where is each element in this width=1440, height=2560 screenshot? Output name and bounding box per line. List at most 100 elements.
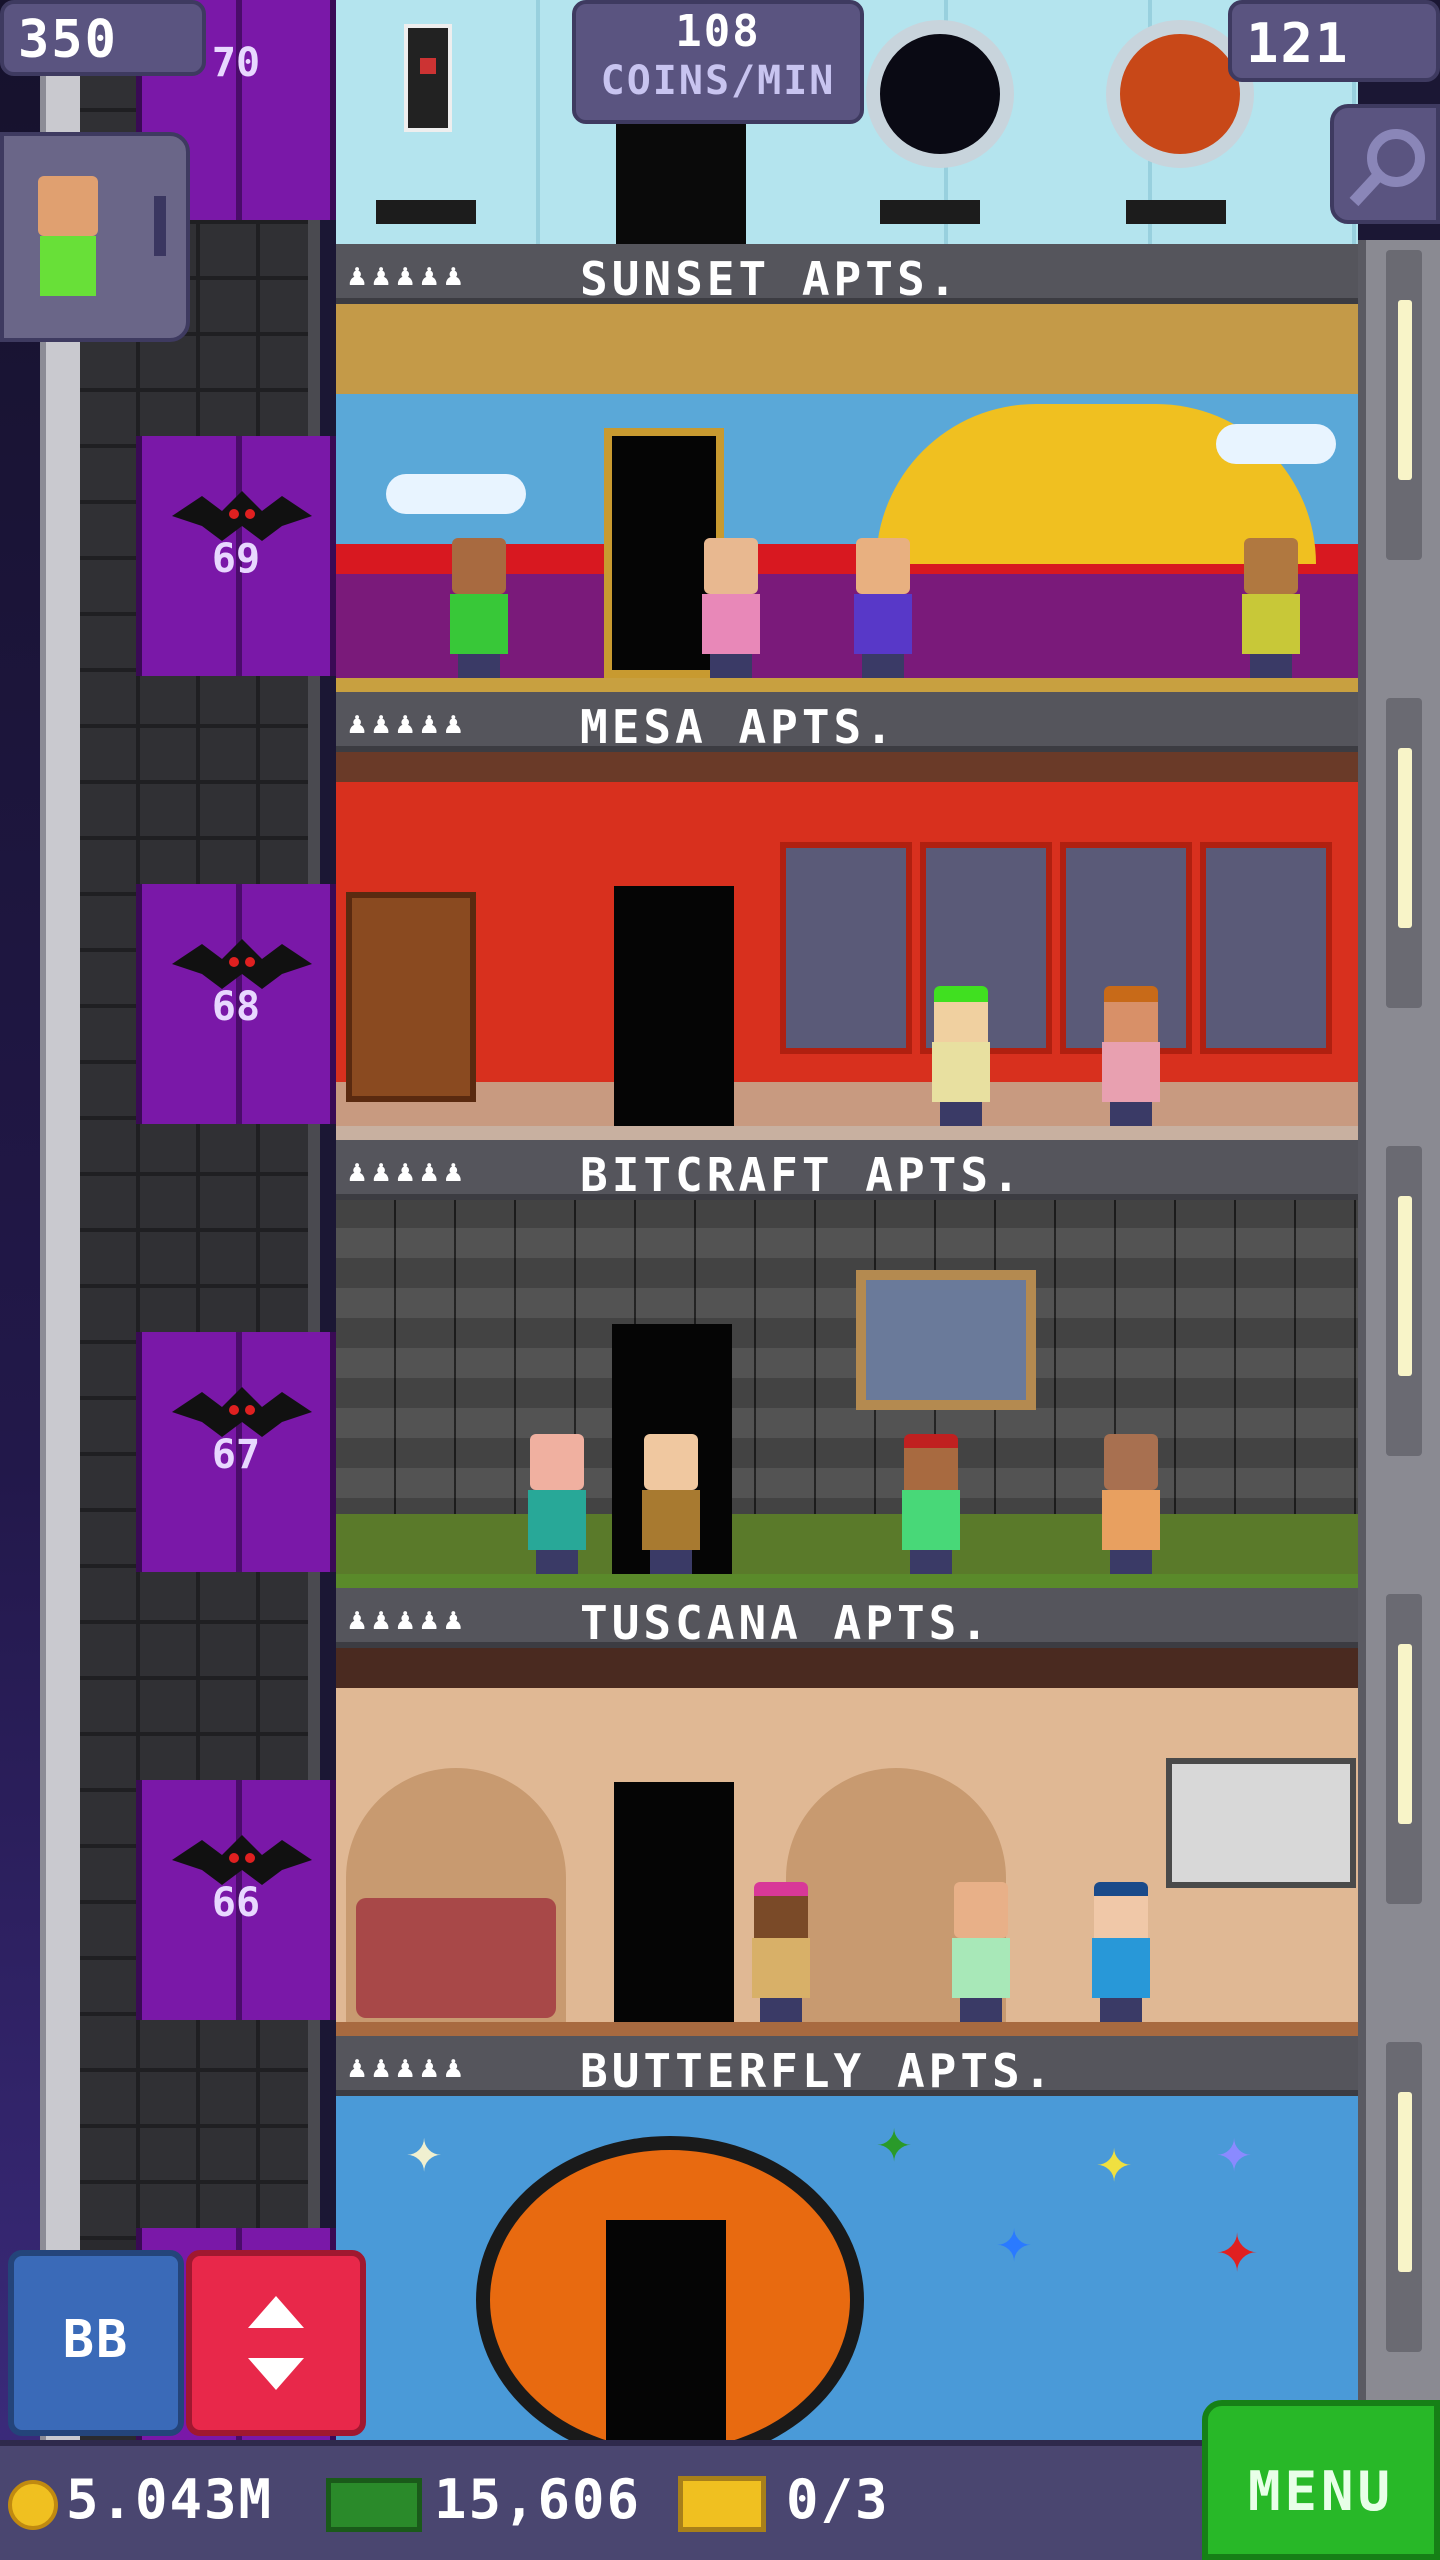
avatar-body	[40, 236, 96, 296]
elevator-rail	[40, 0, 80, 2440]
room-door	[606, 2220, 726, 2440]
butterfly-icon: ✦	[1216, 2206, 1259, 2288]
floor-base	[336, 1574, 1358, 1588]
bitizen-avatar-button[interactable]	[0, 132, 190, 342]
butterfly-icon: ✦	[876, 2106, 913, 2176]
resident-slots-icon: ♟♟♟♟♟	[348, 1154, 469, 1189]
floor-counter[interactable]: 121	[1228, 0, 1440, 82]
butterfly-icon: ✦	[1096, 2126, 1133, 2196]
apartment-room	[336, 1648, 1358, 2036]
apartment-room	[336, 1200, 1358, 1588]
floor-base	[336, 678, 1358, 692]
floor-count-value: 121	[1246, 12, 1350, 75]
floor-butterfly-apts[interactable]: ♟♟♟♟♟ BUTTERFLY APTS. ✦ ✦ ✦ ✦ ✦ ✦	[336, 2036, 1358, 2440]
cloud-icon	[1216, 424, 1336, 464]
avatar-head	[38, 176, 98, 236]
elevator-button[interactable]	[186, 2250, 366, 2436]
golden-tickets-value: 0/3	[786, 2468, 890, 2531]
room-door	[614, 886, 734, 1126]
floor-vent	[1126, 200, 1226, 224]
elevator-floor-number: 69	[211, 536, 261, 582]
floor-bitcraft-apts[interactable]: ♟♟♟♟♟ BITCRAFT APTS.	[336, 1140, 1358, 1588]
apartment-room	[336, 304, 1358, 692]
floor-name: BUTTERFLY APTS.	[580, 2044, 1056, 2098]
menu-label: MENU	[1247, 2460, 1395, 2523]
floor-name: TUSCANA APTS.	[580, 1596, 993, 1650]
resident[interactable]	[444, 538, 514, 678]
floor-base	[336, 2022, 1358, 2036]
coins-per-minute-label: COINS/MIN	[600, 58, 836, 104]
zoom-button[interactable]	[1330, 104, 1440, 224]
tower-right-wall	[1358, 240, 1440, 2440]
wall-light	[1386, 698, 1422, 1008]
butterfly-icon: ✦	[1216, 2116, 1253, 2186]
elevator-floor-number: 67	[211, 1432, 261, 1478]
room-window	[856, 1270, 1036, 1410]
room-door	[614, 1782, 734, 2022]
floor-tuscana-apts[interactable]: ♟♟♟♟♟ TUSCANA APTS.	[336, 1588, 1358, 2036]
kitchen-cabinet	[1166, 1758, 1356, 1888]
wall-light	[1386, 1594, 1422, 1904]
resident[interactable]	[1096, 1434, 1166, 1574]
floor-name: MESA APTS.	[580, 700, 897, 754]
elevator-shaft: 70 69 68 67 66	[80, 0, 336, 2440]
floor-banner: ♟♟♟♟♟ BITCRAFT APTS.	[336, 1140, 1358, 1202]
resident[interactable]	[746, 1882, 816, 2022]
resident[interactable]	[636, 1434, 706, 1574]
coins-value: 5.043M	[66, 2468, 274, 2531]
floor-banner: ♟♟♟♟♟ BUTTERFLY APTS.	[336, 2036, 1358, 2098]
floor-vent	[880, 200, 980, 224]
menu-button[interactable]: MENU	[1202, 2400, 1440, 2560]
phone-icon	[404, 24, 452, 132]
butterfly-icon: ✦	[996, 2206, 1033, 2276]
elevator-door-66[interactable]: 66	[136, 1780, 336, 2020]
wall-light	[1386, 2042, 1422, 2352]
coins-per-minute-value: 108	[675, 6, 761, 57]
space-window	[866, 20, 1014, 168]
room-window	[780, 842, 912, 1054]
coin-icon	[8, 2480, 58, 2530]
resident[interactable]	[522, 1434, 592, 1574]
floor-banner: ♟♟♟♟♟ TUSCANA APTS.	[336, 1588, 1358, 1650]
coins-per-minute-panel: 108 COINS/MIN	[572, 0, 864, 124]
room-window	[1200, 842, 1332, 1054]
elevator-door-69[interactable]: 69	[136, 436, 336, 676]
cloud-icon	[386, 474, 526, 514]
resident[interactable]	[946, 1882, 1016, 2022]
up-down-arrows-icon	[248, 2296, 304, 2390]
wall-light	[1386, 250, 1422, 560]
floor-name: SUNSET APTS.	[580, 252, 961, 306]
floor-vent	[376, 200, 476, 224]
population-counter[interactable]: 350	[0, 0, 206, 76]
floor-name: BITCRAFT APTS.	[580, 1148, 1024, 1202]
sofa	[356, 1898, 556, 2018]
resident[interactable]	[848, 538, 918, 678]
bux-icon	[326, 2478, 422, 2532]
population-value: 350	[18, 10, 118, 70]
floor-banner: ♟♟♟♟♟ SUNSET APTS.	[336, 244, 1358, 306]
elevator-floor-number: 66	[211, 1880, 261, 1926]
resident[interactable]	[1236, 538, 1306, 678]
resident[interactable]	[896, 1434, 966, 1574]
elevator-door-67[interactable]: 67	[136, 1332, 336, 1572]
room-door	[616, 120, 746, 244]
resident-slots-icon: ♟♟♟♟♟	[348, 1602, 469, 1637]
bux-value: 15,606	[434, 2468, 642, 2531]
resident[interactable]	[696, 538, 766, 678]
golden-ticket-icon	[678, 2476, 766, 2532]
resident[interactable]	[926, 986, 996, 1126]
bitbook-label: BB	[62, 2310, 130, 2370]
floor-base	[336, 1126, 1358, 1140]
resident[interactable]	[1096, 986, 1166, 1126]
grass-floor	[336, 1514, 1358, 1574]
butterfly-icon: ✦	[406, 2116, 443, 2186]
resident[interactable]	[1086, 1882, 1156, 2022]
floor-sunset-apts[interactable]: ♟♟♟♟♟ SUNSET APTS.	[336, 244, 1358, 692]
bitbook-button[interactable]: BB	[8, 2250, 184, 2436]
elevator-door-68[interactable]: 68	[136, 884, 336, 1124]
floor-mesa-apts[interactable]: ♟♟♟♟♟ MESA APTS.	[336, 692, 1358, 1140]
space-background	[0, 0, 40, 2440]
magnifier-icon	[1349, 129, 1425, 207]
bookshelf	[346, 892, 476, 1102]
floor-banner: ♟♟♟♟♟ MESA APTS.	[336, 692, 1358, 754]
